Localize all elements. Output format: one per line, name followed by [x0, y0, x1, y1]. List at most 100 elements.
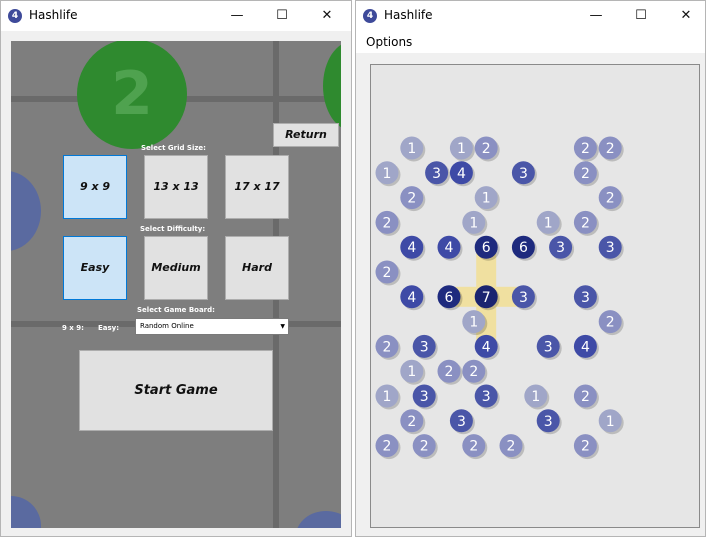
- maximize-button[interactable]: ☐: [619, 1, 663, 31]
- island-node[interactable]: 2: [573, 210, 599, 236]
- island-node[interactable]: 2: [573, 384, 599, 410]
- game-board-dropdown[interactable]: Random Online ▼: [135, 318, 289, 335]
- island-number: 2: [383, 215, 392, 231]
- grid-size-13x13-button[interactable]: 13 x 13: [144, 155, 208, 219]
- island-node[interactable]: 4: [400, 235, 426, 261]
- island-number: 2: [383, 439, 392, 455]
- island-node[interactable]: 3: [412, 384, 438, 410]
- island-node[interactable]: 4: [437, 235, 463, 261]
- island-number: 3: [544, 339, 553, 355]
- island-node[interactable]: 2: [375, 260, 401, 286]
- island-node[interactable]: 3: [536, 409, 562, 435]
- island-node[interactable]: 2: [462, 359, 488, 385]
- minimize-button[interactable]: —: [574, 1, 618, 31]
- close-button[interactable]: ✕: [664, 1, 706, 31]
- island-node[interactable]: 4: [449, 161, 475, 187]
- island-node[interactable]: 1: [400, 136, 426, 162]
- island-node[interactable]: 4: [400, 285, 426, 311]
- island-node[interactable]: 2: [598, 186, 624, 212]
- start-game-button[interactable]: Start Game: [79, 350, 273, 431]
- island-number: 2: [581, 439, 590, 455]
- island-number: 6: [445, 290, 454, 306]
- island-number: 1: [407, 141, 416, 157]
- chevron-down-icon[interactable]: ▼: [280, 319, 285, 334]
- island-number: 1: [469, 215, 478, 231]
- island-node[interactable]: 3: [598, 235, 624, 261]
- close-button[interactable]: ✕: [305, 1, 349, 31]
- island-number: 1: [544, 215, 553, 231]
- island-node[interactable]: 2: [437, 359, 463, 385]
- island-node[interactable]: 2: [573, 136, 599, 162]
- game-board-dropdown-value: Random Online: [140, 322, 194, 330]
- island-node[interactable]: 2: [400, 409, 426, 435]
- minimize-button[interactable]: —: [215, 1, 259, 31]
- island-node[interactable]: 1: [375, 384, 401, 410]
- island-number: 2: [420, 439, 429, 455]
- window-title: Hashlife: [384, 8, 433, 22]
- grid-size-label: Select Grid Size:: [141, 144, 206, 152]
- island-node[interactable]: 2: [375, 210, 401, 236]
- menu-panel: 2 Return Select Grid Size: 9 x 9 13 x 13…: [11, 41, 341, 528]
- island-number: 1: [469, 315, 478, 331]
- island-number: 3: [606, 240, 615, 256]
- island-node[interactable]: 1: [474, 186, 500, 212]
- island-node[interactable]: 2: [400, 186, 426, 212]
- game-board[interactable]: 1122213432212211244663324673312234341221…: [370, 64, 700, 528]
- island-number: 1: [407, 364, 416, 380]
- options-menu[interactable]: Options: [366, 35, 412, 49]
- island-node[interactable]: 2: [573, 434, 599, 460]
- board-canvas[interactable]: 1 1 2 2 21 3 4 3 22 1 22 1 1 24 4 6 6 3 324 6 7 3 31 22 3 4 3 41 2 21…: [371, 65, 701, 529]
- island-node[interactable]: 3: [549, 235, 575, 261]
- background-node-circle: [296, 511, 341, 528]
- island-node[interactable]: 3: [536, 334, 562, 360]
- island-node[interactable]: 2: [598, 310, 624, 336]
- island-number: 3: [420, 389, 429, 405]
- island-node[interactable]: 2: [462, 434, 488, 460]
- island-number: 3: [457, 414, 466, 430]
- island-node[interactable]: 3: [425, 161, 451, 187]
- island-node[interactable]: 4: [573, 334, 599, 360]
- island-node[interactable]: 3: [573, 285, 599, 311]
- island-node[interactable]: 3: [474, 384, 500, 410]
- island-node[interactable]: 3: [449, 409, 475, 435]
- island-node[interactable]: 2: [375, 434, 401, 460]
- island-number: 2: [469, 439, 478, 455]
- grid-size-17x17-button[interactable]: 17 x 17: [225, 155, 289, 219]
- island-node[interactable]: 2: [573, 161, 599, 187]
- island-node[interactable]: 1: [400, 359, 426, 385]
- island-number: 7: [482, 290, 491, 306]
- title-bar[interactable]: 4 Hashlife — ☐ ✕: [1, 1, 351, 31]
- island-node[interactable]: 1: [536, 210, 562, 236]
- island-node[interactable]: 1: [598, 409, 624, 435]
- island-number: 3: [544, 414, 553, 430]
- island-number: 1: [606, 414, 615, 430]
- difficulty-hard-button[interactable]: Hard: [225, 236, 289, 300]
- maximize-button[interactable]: ☐: [260, 1, 304, 31]
- island-number: 2: [581, 215, 590, 231]
- island-node[interactable]: 3: [412, 334, 438, 360]
- current-difficulty-text: Easy:: [98, 324, 120, 332]
- hashlife-menu-window: 4 Hashlife — ☐ ✕ 2 Return Select Grid Si…: [0, 0, 352, 537]
- island-node[interactable]: 2: [598, 136, 624, 162]
- title-bar[interactable]: 4 Hashlife — ☐ ✕: [356, 1, 705, 31]
- island-node[interactable]: 1: [524, 384, 550, 410]
- island-node[interactable]: 1: [375, 161, 401, 187]
- island-node[interactable]: 2: [412, 434, 438, 460]
- island-node[interactable]: 2: [499, 434, 525, 460]
- background-node-circle: [11, 171, 41, 251]
- difficulty-medium-button[interactable]: Medium: [144, 236, 208, 300]
- grid-size-9x9-button[interactable]: 9 x 9: [63, 155, 127, 219]
- island-node[interactable]: 3: [511, 161, 537, 187]
- return-button[interactable]: Return: [273, 123, 339, 147]
- island-number: 2: [407, 191, 416, 207]
- difficulty-easy-button[interactable]: Easy: [63, 236, 127, 300]
- island-node[interactable]: 6: [511, 235, 537, 261]
- app-icon: 4: [363, 9, 377, 23]
- island-node[interactable]: 1: [462, 210, 488, 236]
- island-node[interactable]: 2: [375, 334, 401, 360]
- island-node[interactable]: 2: [474, 136, 500, 162]
- island-number: 6: [519, 240, 528, 256]
- island-node[interactable]: 1: [449, 136, 475, 162]
- current-size-text: 9 x 9:: [62, 324, 84, 332]
- island-number: 3: [420, 339, 429, 355]
